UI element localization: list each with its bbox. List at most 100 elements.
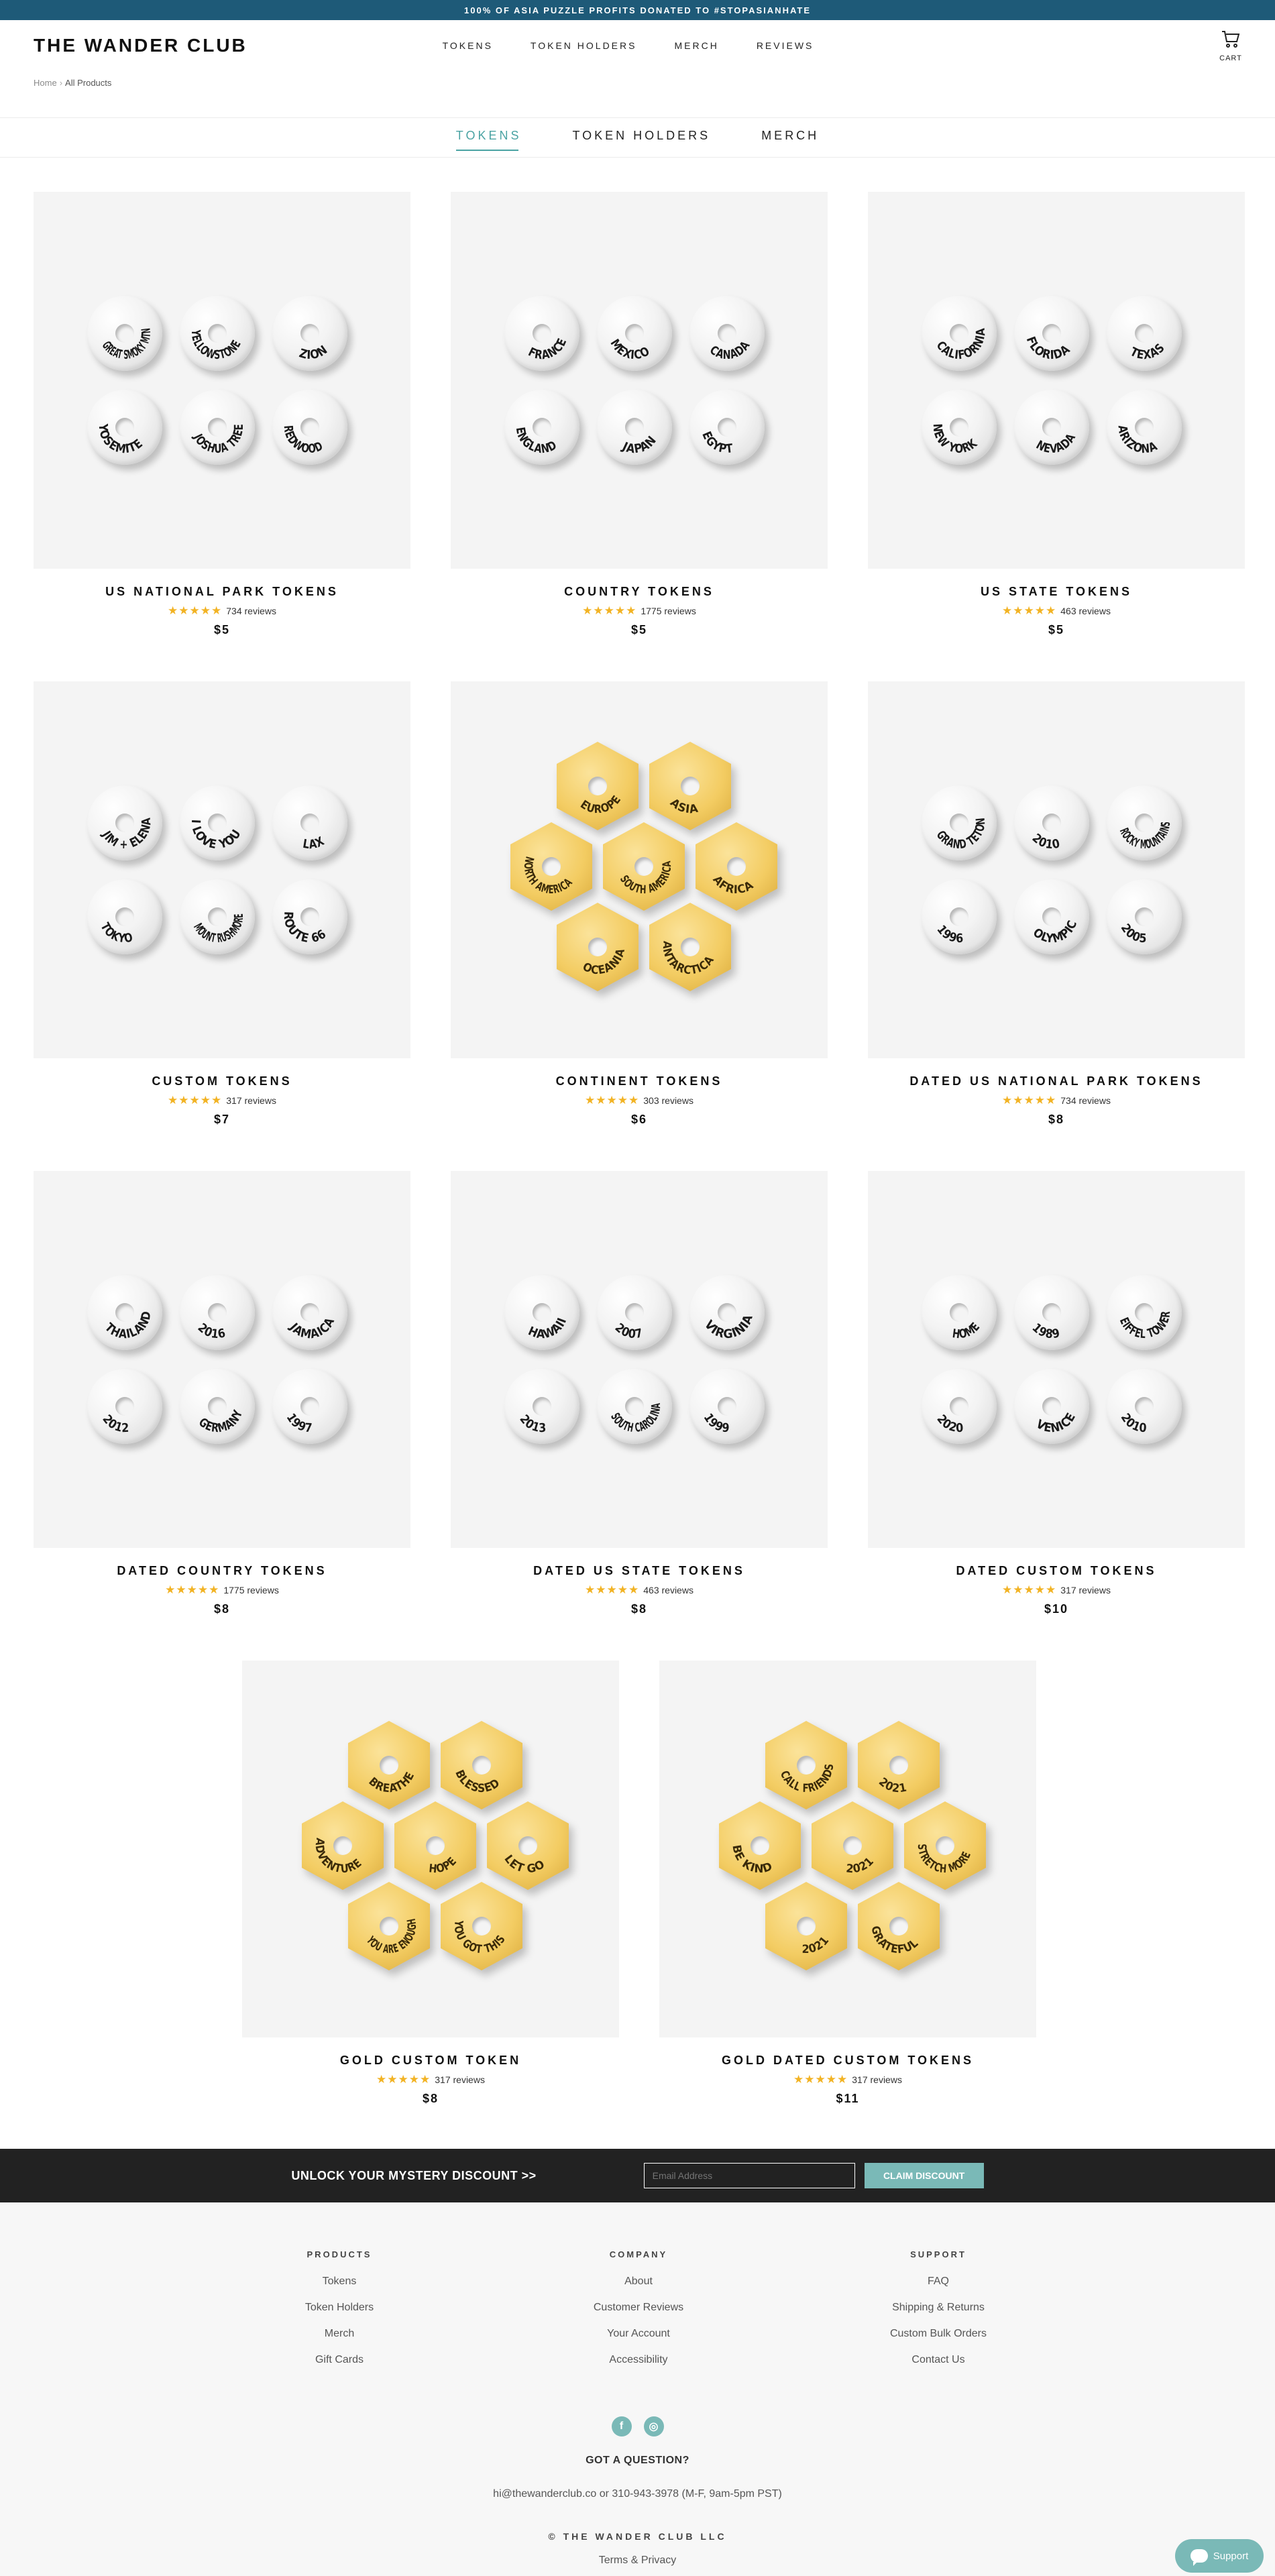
product-card[interactable]: HOME 1989 EIFFEL TOWER 2020 VENICE 2010 DATED …: [868, 1171, 1245, 1616]
footer-link-gift-cards[interactable]: Gift Cards: [239, 2354, 440, 2366]
product-card[interactable]: BREATHE BLESSED ADVENTURE HOPE LET GO YOU ARE…: [242, 1661, 619, 2106]
breadcrumb-home[interactable]: Home: [34, 78, 57, 88]
nav-token-holders[interactable]: TOKEN HOLDERS: [531, 40, 637, 51]
instagram-icon[interactable]: ◎: [643, 2416, 664, 2437]
footer-link-customer-reviews[interactable]: Customer Reviews: [538, 2302, 739, 2314]
footer-link-custom-bulk-orders[interactable]: Custom Bulk Orders: [838, 2328, 1039, 2340]
product-card[interactable]: THAILAND 2016 JAMAICA 2012 GERMANY 1997 DATED …: [34, 1171, 410, 1616]
token-hex: GRATEFUL: [858, 1882, 940, 1970]
product-title[interactable]: CUSTOM TOKENS: [34, 1074, 410, 1088]
footer-link-about[interactable]: About: [538, 2276, 739, 2288]
svg-text:SOUTH AMERICA: SOUTH AMERICA: [616, 857, 682, 905]
svg-text:2021: 2021: [797, 1931, 834, 1960]
product-image[interactable]: THAILAND 2016 JAMAICA 2012 GERMANY 1997: [34, 1171, 410, 1548]
footer-link-tokens[interactable]: Tokens: [239, 2276, 440, 2288]
product-card[interactable]: FRANCE MEXICO CANADA ENGLAND JAPAN EGYPT COUNT…: [451, 192, 828, 637]
product-title[interactable]: GOLD CUSTOM TOKEN: [242, 2054, 619, 2068]
token-coin: 2010: [1014, 785, 1089, 860]
svg-text:TOKYO: TOKYO: [94, 917, 139, 952]
product-image[interactable]: GREAT SMOKY MTN YELLOWSTONE ZION YOSEMITE JO…: [34, 192, 410, 569]
product-card[interactable]: CALL FRIENDS 2021 BE KIND 2021 STRETCH MORE 2…: [659, 1661, 1036, 2106]
token-coin: EIFFEL TOWER: [1107, 1275, 1182, 1350]
token-hex: STRETCH MORE: [904, 1801, 986, 1890]
svg-text:BE KIND: BE KIND: [722, 1839, 779, 1885]
product-title[interactable]: DATED COUNTRY TOKENS: [34, 1564, 410, 1578]
token-coin: I LOVE YOU: [180, 785, 255, 860]
product-title[interactable]: DATED CUSTOM TOKENS: [868, 1564, 1245, 1578]
svg-text:GRATEFUL: GRATEFUL: [862, 1921, 924, 1964]
product-image[interactable]: EUROPE ASIA NORTH AMERICA SOUTH AMERICA AFRI…: [451, 681, 828, 1058]
product-title[interactable]: DATED US STATE TOKENS: [451, 1564, 828, 1578]
product-title[interactable]: US STATE TOKENS: [868, 585, 1245, 599]
facebook-icon[interactable]: f: [611, 2416, 632, 2437]
footer-link-contact-us[interactable]: Contact Us: [838, 2354, 1039, 2366]
product-image[interactable]: JIM + ELENA I LOVE YOU LAX TOKYO MOUNT RUSHM…: [34, 681, 410, 1058]
footer-link-merch[interactable]: Merch: [239, 2328, 440, 2340]
product-card[interactable]: GREAT SMOKY MTN YELLOWSTONE ZION YOSEMITE JO…: [34, 192, 410, 637]
footer-link-shipping-returns[interactable]: Shipping & Returns: [838, 2302, 1039, 2314]
product-rating: ★★★★★ 303 reviews: [451, 1094, 828, 1107]
support-label: Support: [1213, 2550, 1249, 2562]
product-title[interactable]: DATED US NATIONAL PARK TOKENS: [868, 1074, 1245, 1088]
svg-text:VENICE: VENICE: [1031, 1408, 1082, 1441]
product-title[interactable]: US NATIONAL PARK TOKENS: [34, 585, 410, 599]
review-count: 317 reviews: [435, 2074, 485, 2085]
footer-col-company: COMPANY About Customer Reviews Your Acco…: [538, 2249, 739, 2380]
svg-text:CANADA: CANADA: [706, 337, 755, 366]
svg-text:NEW YORK: NEW YORK: [922, 418, 983, 465]
breadcrumb-current: All Products: [65, 78, 112, 88]
svg-text:GRAND TETON: GRAND TETON: [932, 814, 996, 860]
email-input[interactable]: [643, 2163, 855, 2188]
product-image[interactable]: HAWAII 2007 VIRGINIA 2013 SOUTH CAROLINA 1999: [451, 1171, 828, 1548]
product-image[interactable]: GRAND TETON 2010 ROCKY MOUNTAINS 1996 OLYMPI…: [868, 681, 1245, 1058]
subnav-merch[interactable]: MERCH: [761, 129, 819, 147]
product-card[interactable]: HAWAII 2007 VIRGINIA 2013 SOUTH CAROLINA 1999…: [451, 1171, 828, 1616]
nav-tokens[interactable]: TOKENS: [443, 40, 493, 51]
product-card[interactable]: CALIFORNIA FLORIDA TEXAS NEW YORK NEVADA ARIZ…: [868, 192, 1245, 637]
terms-privacy-link[interactable]: Terms & Privacy: [0, 2555, 1275, 2567]
claim-discount-button[interactable]: CLAIM DISCOUNT: [864, 2163, 984, 2188]
nav-merch[interactable]: MERCH: [674, 40, 718, 51]
product-image[interactable]: BREATHE BLESSED ADVENTURE HOPE LET GO YOU ARE…: [242, 1661, 619, 2037]
review-count: 463 reviews: [643, 1585, 694, 1595]
footer-link-accessibility[interactable]: Accessibility: [538, 2354, 739, 2366]
svg-text:1996: 1996: [932, 920, 969, 950]
product-title[interactable]: COUNTRY TOKENS: [451, 585, 828, 599]
token-coin: GERMANY: [180, 1369, 255, 1444]
svg-text:2021: 2021: [875, 1774, 911, 1799]
token-hex: ANTARCTICA: [649, 903, 731, 991]
review-count: 317 reviews: [852, 2074, 902, 2085]
token-coin: JIM + ELENA: [87, 785, 162, 860]
product-image[interactable]: CALIFORNIA FLORIDA TEXAS NEW YORK NEVADA ARIZ…: [868, 192, 1245, 569]
review-count: 1775 reviews: [641, 606, 696, 616]
product-card[interactable]: GRAND TETON 2010 ROCKY MOUNTAINS 1996 OLYMPI…: [868, 681, 1245, 1127]
token-coin: 1989: [1014, 1275, 1089, 1350]
cart-button[interactable]: CART: [1217, 28, 1244, 62]
subnav-tokens[interactable]: TOKENS: [455, 129, 522, 151]
product-card[interactable]: JIM + ELENA I LOVE YOU LAX TOKYO MOUNT RUSHM…: [34, 681, 410, 1127]
token-coin: LAX: [272, 785, 347, 860]
product-title[interactable]: GOLD DATED CUSTOM TOKENS: [659, 2054, 1036, 2068]
svg-text:SOUTH CAROLINA: SOUTH CAROLINA: [607, 1400, 670, 1442]
product-rating: ★★★★★ 317 reviews: [868, 1583, 1245, 1597]
subnav-token-holders[interactable]: TOKEN HOLDERS: [572, 129, 710, 147]
nav-reviews[interactable]: REVIEWS: [757, 40, 814, 51]
product-card[interactable]: EUROPE ASIA NORTH AMERICA SOUTH AMERICA AFRI…: [451, 681, 828, 1127]
support-chat-button[interactable]: Support: [1175, 2539, 1264, 2573]
star-rating-icon: ★★★★★: [165, 1583, 220, 1596]
svg-text:GERMANY: GERMANY: [194, 1405, 250, 1441]
token-coin: YOSEMITE: [87, 390, 162, 465]
footer-link-token-holders[interactable]: Token Holders: [239, 2302, 440, 2314]
product-rating: ★★★★★ 317 reviews: [242, 2073, 619, 2086]
product-image[interactable]: FRANCE MEXICO CANADA ENGLAND JAPAN EGYPT: [451, 192, 828, 569]
product-price: $5: [1048, 623, 1065, 636]
svg-text:1997: 1997: [281, 1408, 319, 1440]
token-coin: CANADA: [689, 296, 765, 371]
product-title[interactable]: CONTINENT TOKENS: [451, 1074, 828, 1088]
svg-text:2013: 2013: [514, 1410, 552, 1440]
product-price: $7: [213, 1113, 231, 1126]
product-image[interactable]: CALL FRIENDS 2021 BE KIND 2021 STRETCH MORE 2…: [659, 1661, 1036, 2037]
footer-link-faq[interactable]: FAQ: [838, 2276, 1039, 2288]
product-image[interactable]: HOME 1989 EIFFEL TOWER 2020 VENICE 2010: [868, 1171, 1245, 1548]
footer-link-your-account[interactable]: Your Account: [538, 2328, 739, 2340]
